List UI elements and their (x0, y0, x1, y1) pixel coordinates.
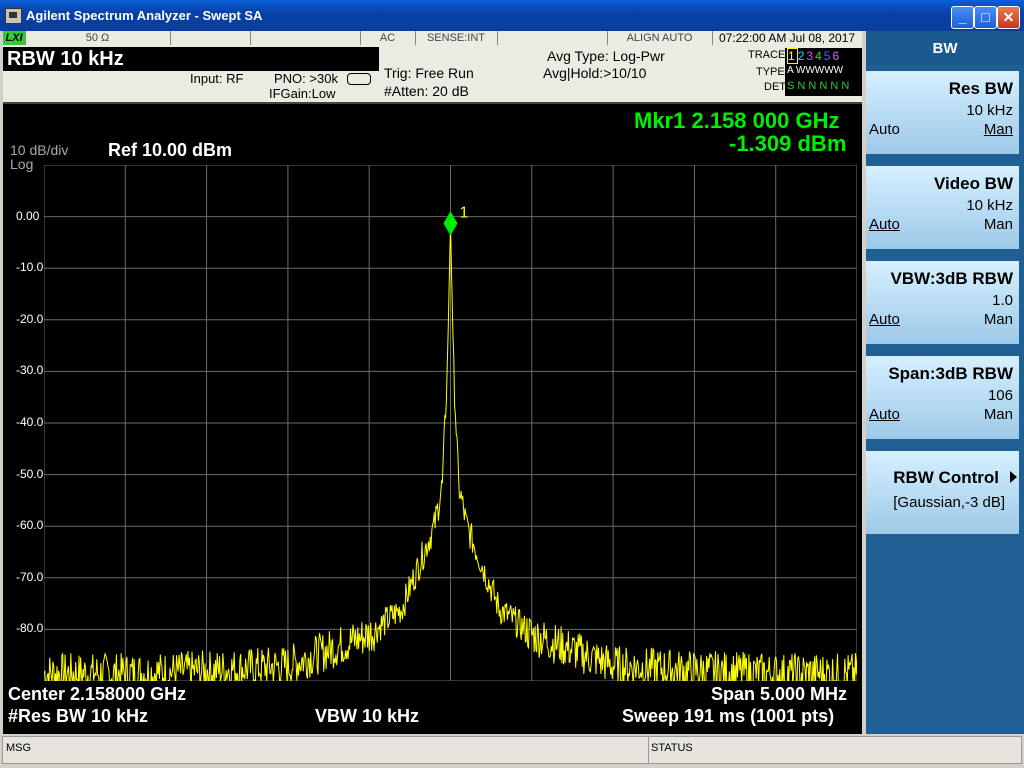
status-area (648, 736, 1022, 764)
avg-type: Avg Type: Log-Pwr (547, 48, 665, 64)
message-bar: MSG STATUS (0, 734, 1024, 768)
key-value: 1.0 (992, 292, 1013, 309)
spectrum-graph: 1 (44, 165, 857, 681)
submenu-arrow-icon (1010, 471, 1017, 483)
msg-area (2, 736, 649, 764)
status-blank-1 (170, 31, 251, 45)
softkey-panel: BW Res BW 10 kHz Auto Man Video BW 10 kH… (866, 31, 1024, 734)
trace-type: A WWWWW (787, 65, 844, 76)
key-value: 106 (987, 387, 1013, 404)
close-button[interactable]: ✕ (997, 6, 1020, 29)
span[interactable]: Span 5.000 MHz (711, 684, 847, 705)
input-setting: Input: RF (190, 71, 244, 86)
key-man: Man (983, 311, 1013, 328)
span-rbw-ratio-key[interactable]: Span:3dB RBW 106 Auto Man (866, 356, 1019, 439)
scale-type: Log (10, 156, 34, 172)
key-title: RBW Control (893, 468, 999, 487)
trace-label: TRACE (748, 49, 786, 61)
status-blank-3 (497, 31, 608, 45)
key-auto: Auto (869, 311, 900, 328)
pno-setting: PNO: >30k (274, 71, 338, 86)
res-bw-key[interactable]: Res BW 10 kHz Auto Man (866, 71, 1019, 154)
marker-1-icon[interactable] (443, 211, 458, 236)
res-bw-readout: #Res BW 10 kHz (8, 706, 149, 726)
active-function-title: RBW 10 kHz (3, 47, 379, 71)
key-auto: Auto (869, 121, 900, 138)
sweep-readout: Sweep 191 ms (1001 pts) (622, 706, 835, 726)
avg-hold: Avg|Hold:>10/10 (543, 65, 647, 81)
softkey-menu-title: BW (866, 31, 1024, 65)
lxi-indicator: LXI (3, 31, 26, 45)
trace-indicator: 123456 A WWWWW S N N N N N (785, 48, 862, 96)
ifgain-setting: IFGain:Low (269, 86, 336, 101)
vbw-readout: VBW 10 kHz (315, 706, 420, 726)
video-bw-key[interactable]: Video BW 10 kHz Auto Man (866, 166, 1019, 249)
marker-1-label: 1 (460, 204, 469, 221)
trace-number: 3 (806, 49, 816, 63)
type-label: TYPE (756, 66, 785, 78)
key-title: Span:3dB RBW (888, 364, 1013, 383)
marker-amplitude: -1.309 dBm (729, 131, 847, 156)
window-title-bar: Agilent Spectrum Analyzer - Swept SA _ □… (0, 0, 1024, 31)
center-frequency[interactable]: Center 2.158000 GHz (8, 684, 186, 705)
key-value: 10 kHz (966, 102, 1013, 119)
minimize-button[interactable]: _ (951, 6, 974, 29)
maximize-button[interactable]: □ (974, 6, 997, 29)
impedance-status: 50 Ω (25, 31, 171, 45)
key-value: 10 kHz (966, 197, 1013, 214)
status-label: STATUS (651, 742, 693, 754)
trigger-setting: Trig: Free Run (384, 65, 474, 81)
rbw-control-key[interactable]: RBW Control [Gaussian,-3 dB] (866, 451, 1019, 534)
datetime: 07:22:00 AM Jul 08, 2017 (718, 31, 856, 45)
key-title: VBW:3dB RBW (890, 269, 1013, 288)
window-title: Agilent Spectrum Analyzer - Swept SA (26, 8, 263, 23)
trace-number: 4 (815, 49, 824, 63)
trace-numbers: 123456 (787, 48, 842, 64)
det-label: DET (764, 81, 786, 93)
key-auto: Auto (869, 216, 900, 233)
key-value: [Gaussian,-3 dB] (893, 494, 1005, 511)
key-title: Res BW (948, 79, 1013, 98)
app-icon (5, 8, 22, 24)
vbw-rbw-ratio-key[interactable]: VBW:3dB RBW 1.0 Auto Man (866, 261, 1019, 344)
msg-label: MSG (6, 742, 32, 754)
coupling-status: AC (360, 31, 416, 45)
trace-detector: S N N N N N (787, 80, 850, 92)
key-auto: Auto (869, 406, 900, 423)
atten-setting: #Atten: 20 dB (384, 83, 469, 99)
key-man: Man (983, 216, 1013, 233)
trace-number: 6 (832, 49, 842, 63)
trace-number: 1 (787, 48, 798, 64)
measurement-header: LXI 50 Ω AC SENSE:INT ALIGN AUTO 07:22:0… (3, 31, 862, 102)
key-title: Video BW (933, 174, 1013, 193)
sense-status: SENSE:INT (415, 31, 498, 45)
gate-icon (347, 73, 371, 85)
status-blank-2 (250, 31, 361, 45)
key-man: Man (983, 121, 1013, 138)
key-man: Man (983, 406, 1013, 423)
reference-level: Ref 10.00 dBm (108, 140, 233, 160)
align-status: ALIGN AUTO (607, 31, 713, 45)
